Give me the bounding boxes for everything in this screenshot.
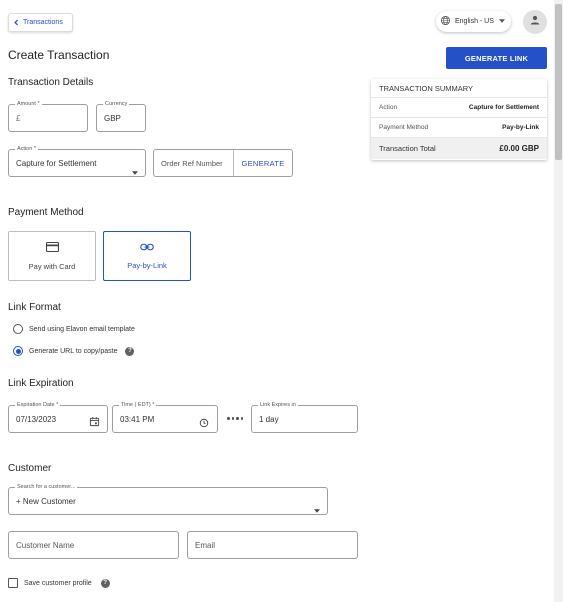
chevron-left-icon [9,19,23,26]
ellipsis-separator [227,417,243,420]
email-template-label: Send using Elavon email template [29,325,135,333]
payment-method-heading: Payment Method [8,207,84,218]
link-expires-field[interactable]: Link Expires in 1 day [251,401,358,433]
currency-field[interactable]: Currency GBP [96,100,146,132]
link-icon [140,243,154,261]
globe-icon [440,15,451,28]
customer-name-input[interactable]: Customer Name [8,531,179,559]
generate-url-label: Generate URL to copy/paste [29,347,118,355]
summary-title: TRANSACTION SUMMARY [379,83,474,93]
email-input[interactable]: Email [187,531,358,559]
customer-name-placeholder: Customer Name [16,541,75,550]
action-label: Action * [15,145,38,153]
person-icon [529,13,541,31]
generate-url-radio[interactable] [13,346,23,356]
transaction-summary-card: TRANSACTION SUMMARY Action Capture for S… [371,79,547,160]
amount-field[interactable]: Amount * £ [8,100,88,132]
pay-by-link-option[interactable]: Pay-by-Link [103,231,191,281]
help-icon[interactable]: ? [100,578,110,588]
scrollbar-thumb[interactable] [555,4,562,160]
action-select[interactable]: Action * Capture for Settlement [8,145,146,180]
time-value: 03:41 PM [120,415,155,424]
currency-label: Currency [103,100,130,108]
email-placeholder: Email [195,541,216,550]
summary-method-value: Pay-by-Link [502,124,539,131]
time-field[interactable]: Time ( EDT) * 03:41 PM [112,401,218,433]
action-value: Capture for Settlement [16,159,97,168]
link-format-heading: Link Format [8,302,61,313]
expiration-date-label: Expiration Date * [15,401,61,409]
transaction-details-heading: Transaction Details [8,77,94,88]
order-ref-input[interactable]: Order Ref Number [154,150,234,176]
user-avatar-button[interactable] [523,10,547,34]
page-title: Create Transaction [8,48,110,62]
summary-method-label: Payment Method [379,124,429,131]
customer-search-value: + New Customer [16,497,76,506]
back-button-label: Transactions [23,19,63,26]
amount-prefix: £ [16,114,21,123]
generate-order-ref-button[interactable]: GENERATE [234,150,292,176]
summary-header: TRANSACTION SUMMARY [371,79,547,98]
summary-total-label: Transaction Total [379,144,436,153]
summary-action-row: Action Capture for Settlement [371,98,547,118]
order-ref-group: Order Ref Number GENERATE [153,149,293,177]
customer-search-label: Search for a customer... [15,483,78,491]
link-format-option-email[interactable]: Send using Elavon email template [13,324,135,334]
credit-card-icon [45,241,59,262]
back-to-transactions-button[interactable]: Transactions [8,13,73,32]
save-profile-checkbox[interactable] [8,578,18,588]
currency-value: GBP [104,114,121,123]
pay-with-card-option[interactable]: Pay with Card [8,231,96,281]
calendar-icon[interactable] [89,414,100,432]
customer-heading: Customer [8,463,52,474]
caret-down-icon [498,18,505,25]
expiration-date-value: 07/13/2023 [16,415,57,424]
caret-down-icon [132,162,138,180]
summary-total-row: Transaction Total £0.00 GBP [371,138,547,159]
summary-method-row: Payment Method Pay-by-Link [371,118,547,138]
save-profile-label: Save customer profile [24,579,92,587]
expiration-date-field[interactable]: Expiration Date * 07/13/2023 [8,401,108,433]
caret-down-icon [314,500,320,518]
customer-search-select[interactable]: Search for a customer... + New Customer [8,483,328,518]
pay-by-link-label: Pay-by-Link [127,260,167,270]
link-expires-value: 1 day [259,415,279,424]
save-customer-profile-option[interactable]: Save customer profile ? [8,578,110,588]
link-expiration-heading: Link Expiration [8,378,74,389]
summary-action-label: Action [379,104,398,111]
clock-icon[interactable] [199,415,209,433]
pay-with-card-label: Pay with Card [28,261,76,271]
amount-label: Amount * [15,100,42,108]
link-expires-label: Link Expires in [258,401,298,409]
summary-action-value: Capture for Settlement [468,104,539,111]
summary-total-value: £0.00 GBP [499,144,539,153]
link-format-option-url[interactable]: Generate URL to copy/paste ? [13,346,135,356]
language-selector[interactable]: English - US [436,11,511,32]
language-label: English - US [455,18,494,25]
time-label: Time ( EDT) * [119,401,157,409]
help-icon[interactable]: ? [125,346,135,356]
email-template-radio[interactable] [13,324,23,334]
generate-link-button[interactable]: GENERATE LINK [446,47,547,69]
